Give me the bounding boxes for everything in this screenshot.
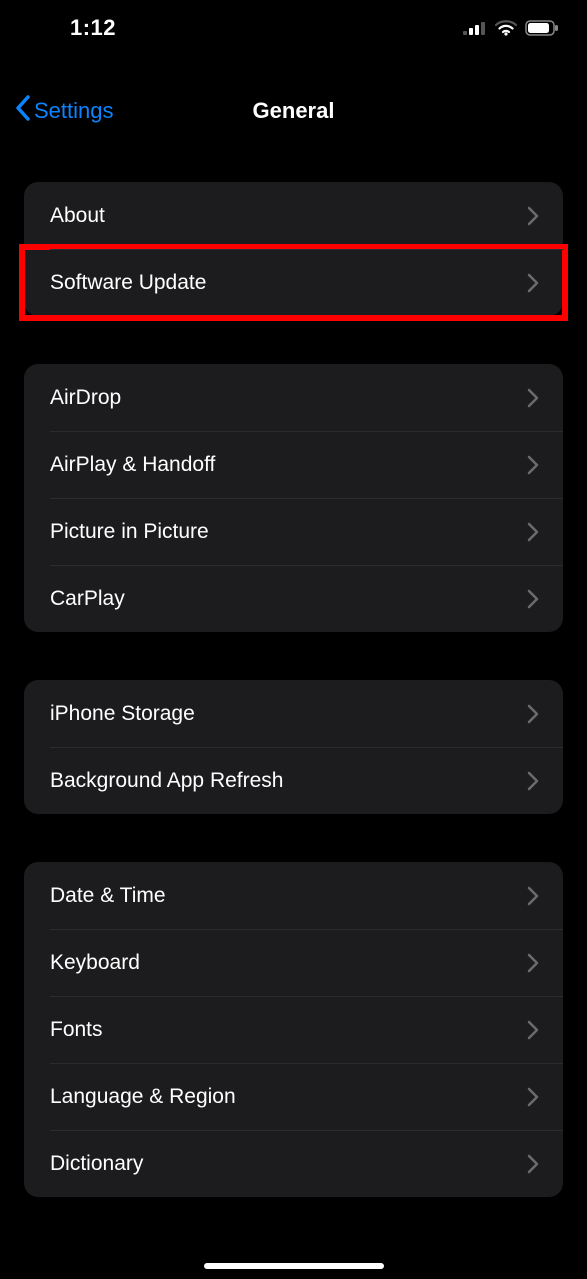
content: About Software Update AirDrop AirPlay & Han… — [0, 182, 587, 1197]
nav-bar: Settings General — [0, 76, 587, 146]
settings-group: iPhone Storage Background App Refresh — [24, 680, 563, 814]
row-label: Software Update — [50, 271, 206, 295]
settings-group: Date & Time Keyboard Fonts Language & Regio… — [24, 862, 563, 1197]
row-label: Dictionary — [50, 1152, 143, 1176]
settings-row-software_update[interactable]: Software Update — [24, 249, 563, 316]
status-time: 1:12 — [30, 15, 116, 41]
row-label: iPhone Storage — [50, 702, 195, 726]
chevron-right-icon — [527, 455, 539, 475]
settings-row-carplay[interactable]: CarPlay — [24, 565, 563, 632]
settings-row-fonts[interactable]: Fonts — [24, 996, 563, 1063]
cellular-icon — [463, 21, 487, 35]
chevron-right-icon — [527, 953, 539, 973]
row-label: Background App Refresh — [50, 769, 283, 793]
back-button[interactable]: Settings — [14, 94, 114, 128]
chevron-right-icon — [527, 273, 539, 293]
row-label: AirDrop — [50, 386, 121, 410]
row-label: AirPlay & Handoff — [50, 453, 215, 477]
row-label: About — [50, 204, 105, 228]
row-label: Picture in Picture — [50, 520, 209, 544]
wifi-icon — [495, 20, 517, 36]
settings-row-airplay[interactable]: AirPlay & Handoff — [24, 431, 563, 498]
status-icons — [463, 20, 559, 36]
settings-row-dictionary[interactable]: Dictionary — [24, 1130, 563, 1197]
settings-row-keyboard[interactable]: Keyboard — [24, 929, 563, 996]
chevron-right-icon — [527, 1154, 539, 1174]
settings-group: About Software Update — [24, 182, 563, 316]
settings-row-about[interactable]: About — [24, 182, 563, 249]
chevron-right-icon — [527, 206, 539, 226]
row-label: Language & Region — [50, 1085, 236, 1109]
row-label: Date & Time — [50, 884, 166, 908]
settings-row-airdrop[interactable]: AirDrop — [24, 364, 563, 431]
battery-icon — [525, 20, 559, 36]
chevron-right-icon — [527, 388, 539, 408]
row-label: Keyboard — [50, 951, 140, 975]
status-bar: 1:12 — [0, 0, 587, 56]
chevron-right-icon — [527, 1020, 539, 1040]
settings-group: AirDrop AirPlay & Handoff Picture in Pictu… — [24, 364, 563, 632]
settings-row-bg_refresh[interactable]: Background App Refresh — [24, 747, 563, 814]
chevron-right-icon — [527, 704, 539, 724]
chevron-right-icon — [527, 771, 539, 791]
chevron-right-icon — [527, 1087, 539, 1107]
chevron-left-icon — [14, 94, 32, 128]
settings-row-storage[interactable]: iPhone Storage — [24, 680, 563, 747]
back-label: Settings — [34, 98, 114, 124]
row-label: Fonts — [50, 1018, 103, 1042]
home-indicator — [204, 1263, 384, 1269]
settings-row-lang_region[interactable]: Language & Region — [24, 1063, 563, 1130]
settings-row-date_time[interactable]: Date & Time — [24, 862, 563, 929]
chevron-right-icon — [527, 589, 539, 609]
row-label: CarPlay — [50, 587, 125, 611]
settings-row-pip[interactable]: Picture in Picture — [24, 498, 563, 565]
chevron-right-icon — [527, 886, 539, 906]
chevron-right-icon — [527, 522, 539, 542]
